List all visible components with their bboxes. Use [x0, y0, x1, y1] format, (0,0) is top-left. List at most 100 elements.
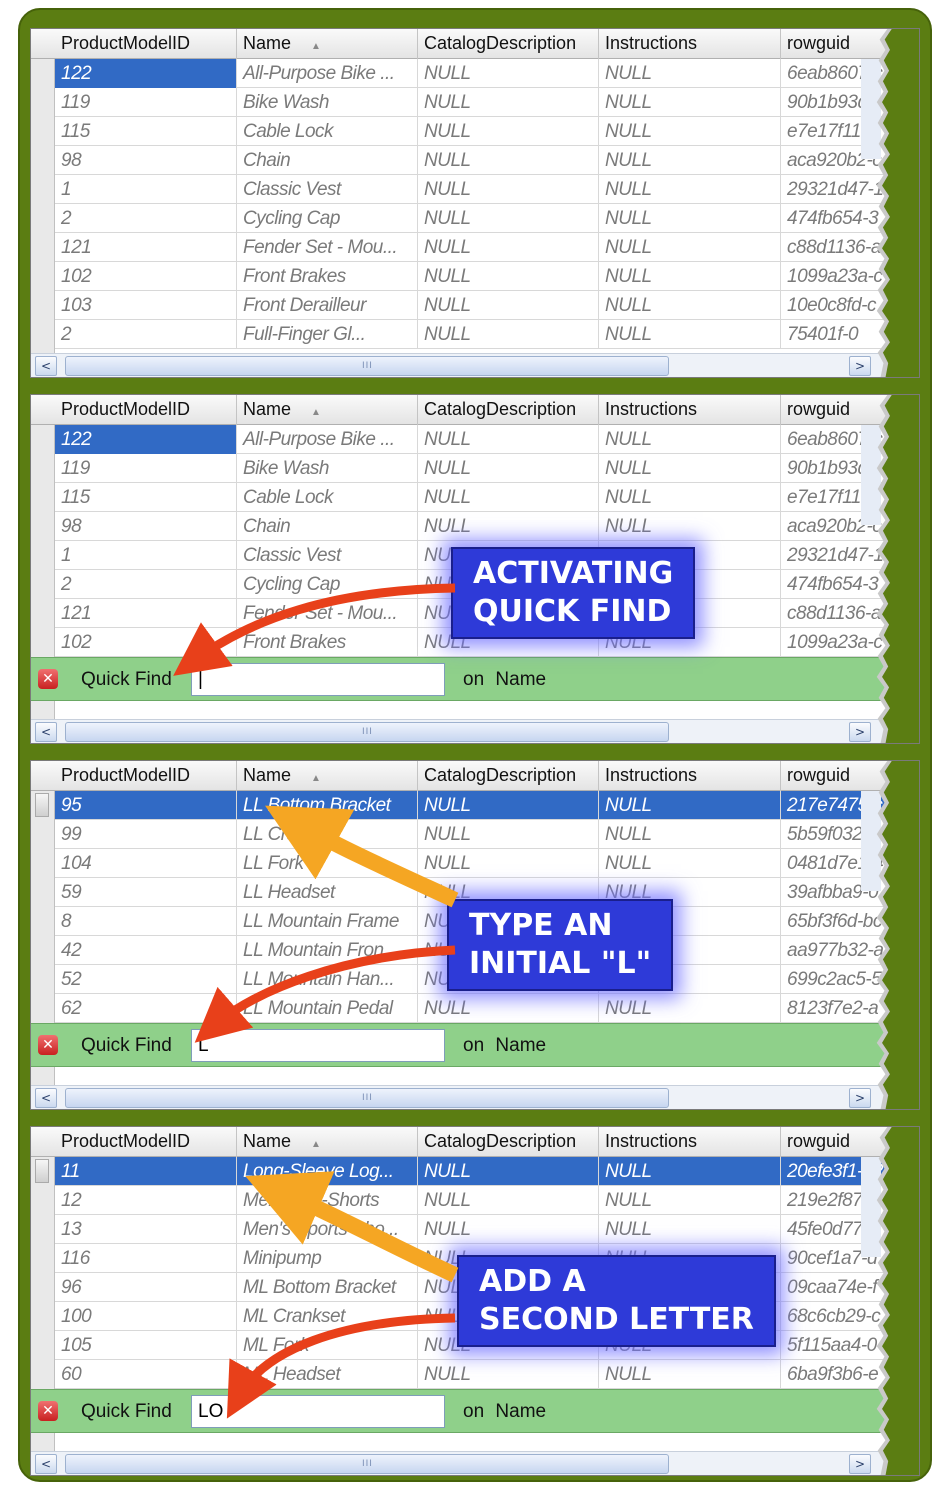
table-row[interactable]: 95 LL Bottom Bracket NULL NULL 217e7475-c [55, 791, 919, 820]
scroll-left-button[interactable]: < [35, 1454, 57, 1474]
table-cell[interactable]: Chain [237, 146, 418, 175]
table-row[interactable]: 115 Cable Lock NULL NULL e7e17f11-a [55, 483, 919, 512]
table-cell[interactable]: NULL [418, 1157, 599, 1186]
table-cell[interactable]: Bike Wash [237, 454, 418, 483]
table-cell[interactable]: NULL [599, 262, 781, 291]
table-cell[interactable]: Cable Lock [237, 483, 418, 512]
close-quick-find-icon[interactable]: ✕ [38, 1035, 58, 1055]
scroll-thumb[interactable]: III [65, 1088, 669, 1108]
table-row[interactable]: 12 Men's Bib-Shorts NULL NULL 219e2f87-2 [55, 1186, 919, 1215]
table-cell[interactable]: NULL [418, 1215, 599, 1244]
table-cell[interactable]: NULL [418, 262, 599, 291]
vertical-scrollbar[interactable] [861, 1157, 881, 1257]
column-header-productmodelid[interactable]: ProductModelID [55, 29, 237, 59]
table-row[interactable]: 2Cycling CapNULLNULL474fb654-3 [55, 204, 919, 233]
table-cell[interactable]: NULL [418, 175, 599, 204]
table-cell[interactable]: 42 [55, 936, 237, 965]
scroll-right-button[interactable]: > [849, 1454, 871, 1474]
table-cell[interactable]: LL Mountain Fron... [237, 936, 418, 965]
table-cell[interactable]: 62 [55, 994, 237, 1023]
table-row[interactable]: 103 Front Derailleur NULL NULL 10e0c8fd-c [55, 291, 919, 320]
horizontal-scrollbar[interactable]: < III > [31, 353, 901, 377]
table-cell[interactable]: ML Headset [237, 1360, 418, 1389]
table-cell[interactable]: NULL [418, 483, 599, 512]
quick-find-input[interactable]: | [191, 663, 445, 696]
table-row[interactable]: 119 Bike Wash NULL NULL 90b1b93d-e [55, 88, 919, 117]
table-cell[interactable]: 102 [55, 262, 237, 291]
table-cell[interactable]: LL Mountain Frame [237, 907, 418, 936]
table-cell[interactable]: 59 [55, 878, 237, 907]
table-cell[interactable]: 102 [55, 628, 237, 657]
table-cell[interactable]: NULL [599, 994, 781, 1023]
column-header-instructions[interactable]: Instructions [599, 1127, 781, 1157]
table-cell[interactable]: NULL [418, 233, 599, 262]
table-cell[interactable]: 122 [55, 425, 237, 454]
table-cell[interactable]: NULL [599, 1157, 781, 1186]
column-header-catalogdescription[interactable]: CatalogDescription [418, 761, 599, 791]
table-cell[interactable]: NULL [599, 1360, 781, 1389]
table-cell[interactable]: 104 [55, 849, 237, 878]
table-cell[interactable]: NULL [599, 849, 781, 878]
table-row[interactable]: 122 All-Purpose Bike ... NULL NULL 6eab8607-… [55, 425, 919, 454]
table-cell[interactable]: NULL [418, 88, 599, 117]
table-cell[interactable]: 96 [55, 1273, 237, 1302]
table-cell[interactable]: NULL [418, 425, 599, 454]
close-quick-find-icon[interactable]: ✕ [38, 1401, 58, 1421]
table-cell[interactable]: NULL [418, 1186, 599, 1215]
table-cell[interactable]: NULL [418, 59, 599, 88]
table-cell[interactable]: All-Purpose Bike ... [237, 59, 418, 88]
table-cell[interactable]: NULL [599, 146, 781, 175]
horizontal-scrollbar[interactable]: < III > [31, 1451, 901, 1475]
table-cell[interactable]: Cycling Cap [237, 204, 418, 233]
table-cell[interactable]: Fender Set - Mou... [237, 599, 418, 628]
table-cell[interactable]: NULL [418, 791, 599, 820]
table-cell[interactable]: NULL [599, 425, 781, 454]
table-cell[interactable]: Long-Sleeve Log... [237, 1157, 418, 1186]
table-cell[interactable]: Classic Vest [237, 541, 418, 570]
column-header-productmodelid[interactable]: ProductModelID [55, 1127, 237, 1157]
table-cell[interactable]: NULL [599, 791, 781, 820]
table-row[interactable]: 102 Front Brakes NULL NULL 1099a23a-c [55, 262, 919, 291]
table-cell[interactable]: 98 [55, 512, 237, 541]
table-cell[interactable]: NULL [418, 291, 599, 320]
table-row[interactable]: 62 LL Mountain Pedal NULL NULL 8123f7e2-a [55, 994, 919, 1023]
close-quick-find-icon[interactable]: ✕ [38, 669, 58, 689]
vertical-scrollbar[interactable] [861, 425, 881, 525]
table-row[interactable]: 13 Men's Sports Sho... NULL NULL 45fe0d77-6 [55, 1215, 919, 1244]
table-cell[interactable]: Chain [237, 512, 418, 541]
scroll-left-button[interactable]: < [35, 356, 57, 376]
table-cell[interactable]: NULL [599, 820, 781, 849]
scroll-left-button[interactable]: < [35, 722, 57, 742]
table-cell[interactable]: NULL [599, 1186, 781, 1215]
table-row[interactable]: 119 Bike Wash NULL NULL 90b1b93d-e [55, 454, 919, 483]
table-cell[interactable]: Cycling Cap [237, 570, 418, 599]
table-cell[interactable]: 11 [55, 1157, 237, 1186]
table-cell[interactable]: NULL [599, 117, 781, 146]
table-cell[interactable]: 1 [55, 541, 237, 570]
scroll-thumb[interactable]: III [65, 722, 669, 742]
table-cell[interactable]: 100 [55, 1302, 237, 1331]
table-cell[interactable]: LL Fork [237, 849, 418, 878]
scroll-thumb[interactable]: III [65, 1454, 669, 1474]
table-cell[interactable]: LL Crankset [237, 820, 418, 849]
table-cell[interactable]: Men's Sports Sho... [237, 1215, 418, 1244]
table-cell[interactable]: NULL [418, 320, 599, 349]
table-cell[interactable]: Front Brakes [237, 262, 418, 291]
table-row[interactable]: 104 LL Fork NULL NULL 0481d7e1-4 [55, 849, 919, 878]
table-cell[interactable]: ML Fork [237, 1331, 418, 1360]
table-cell[interactable]: 2 [55, 570, 237, 599]
table-cell[interactable]: Classic Vest [237, 175, 418, 204]
table-row[interactable]: 115 Cable Lock NULL NULL e7e17f11-a [55, 117, 919, 146]
table-row[interactable]: 1Classic VestNULLNULL29321d47-1 [55, 175, 919, 204]
table-cell[interactable]: NULL [599, 1215, 781, 1244]
table-cell[interactable]: LL Mountain Pedal [237, 994, 418, 1023]
table-cell[interactable]: 60 [55, 1360, 237, 1389]
table-cell[interactable]: ML Bottom Bracket [237, 1273, 418, 1302]
table-cell[interactable]: NULL [599, 291, 781, 320]
table-cell[interactable]: 115 [55, 483, 237, 512]
table-cell[interactable]: NULL [418, 994, 599, 1023]
column-header-catalogdescription[interactable]: CatalogDescription [418, 395, 599, 425]
table-row[interactable]: 121Fender Set - Mou...NULLNULLc88d1136-a [55, 233, 919, 262]
table-cell[interactable]: NULL [418, 146, 599, 175]
table-cell[interactable]: Fender Set - Mou... [237, 233, 418, 262]
